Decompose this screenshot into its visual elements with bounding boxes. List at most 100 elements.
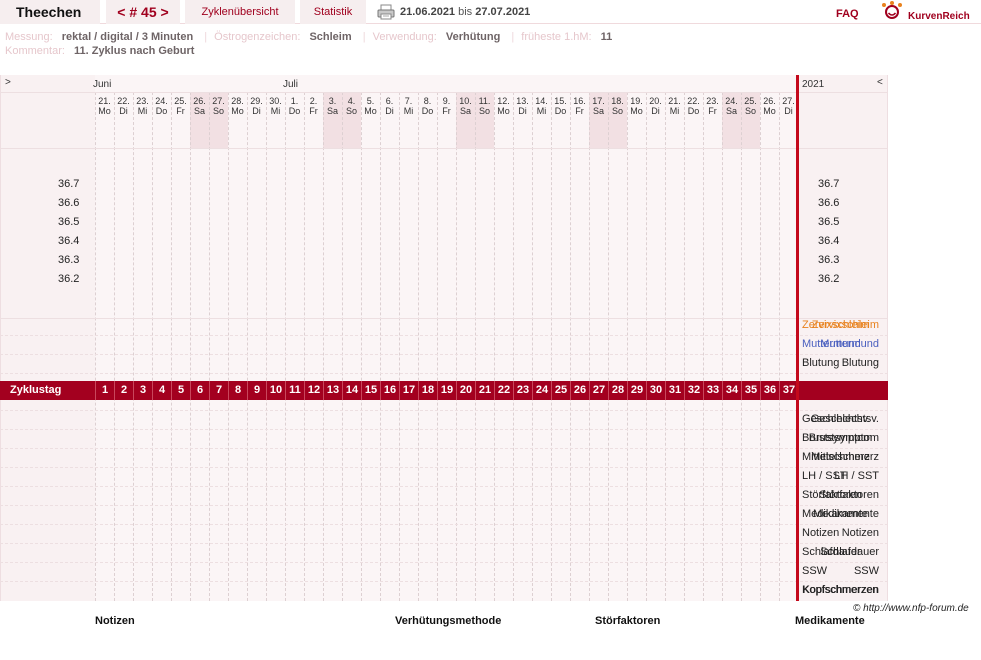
day-weekday: Sa: [459, 106, 471, 116]
scroll-right-button[interactable]: <: [877, 77, 883, 88]
day-weekday: Mo: [231, 106, 244, 116]
symptom-label-right: Notizen: [802, 527, 840, 539]
day-weekday: Mi: [270, 106, 281, 116]
cycle-day-number[interactable]: 21: [475, 381, 494, 400]
cycle-day-number[interactable]: 33: [703, 381, 722, 400]
cycle-day-number[interactable]: 25: [551, 381, 570, 400]
date-to: 27.07.2021: [475, 6, 531, 18]
day-weekday: Sa: [592, 106, 604, 116]
cycle-day-number[interactable]: 36: [760, 381, 779, 400]
day-date: 29.: [250, 96, 263, 106]
cycle-day-number[interactable]: 24: [532, 381, 551, 400]
temperature-label-left: 36.4: [58, 235, 80, 247]
measurement-info: Messung: rektal / digital / 3 Minuten | …: [5, 30, 616, 44]
month-label: Juni: [93, 79, 112, 90]
day-date: 22.: [687, 96, 700, 106]
tab-cycle-overview[interactable]: Zyklenübersicht: [185, 0, 295, 24]
day-date: 24.: [155, 96, 168, 106]
cycle-day-number[interactable]: 16: [380, 381, 399, 400]
day-weekday: Do: [687, 106, 700, 116]
kommentar-label: Kommentar:: [5, 45, 65, 57]
day-date: 17.: [592, 96, 605, 106]
symptom-label-right: Mittelschmerz: [802, 451, 870, 463]
divider: |: [362, 31, 366, 43]
printer-icon[interactable]: [377, 4, 395, 20]
cycle-day-number[interactable]: 23: [513, 381, 532, 400]
day-weekday: Mi: [137, 106, 148, 116]
cycle-day-number[interactable]: 13: [323, 381, 342, 400]
cycle-day-number[interactable]: 19: [437, 381, 456, 400]
previous-cycle-button[interactable]: <: [117, 4, 125, 20]
cycle-day-number[interactable]: 8: [228, 381, 247, 400]
cycle-day-label: Zyklustag: [10, 384, 62, 396]
row-divider: [0, 581, 888, 582]
divider: |: [204, 31, 208, 43]
cycle-day-number[interactable]: 18: [418, 381, 437, 400]
row-divider: [0, 524, 888, 525]
cycle-day-number[interactable]: 31: [665, 381, 684, 400]
smiley-crown-icon: [882, 1, 902, 19]
symptom-label-right: Kopfschmerzen: [802, 584, 879, 596]
cycle-day-number[interactable]: 1: [95, 381, 114, 400]
footer-heading-contraception: Verhütungsmethode: [395, 615, 502, 627]
chart-grid[interactable]: [95, 75, 797, 601]
kurvenreich-logo[interactable]: KurvenReich: [880, 0, 980, 22]
day-date: 2.: [309, 96, 318, 106]
scroll-left-button[interactable]: >: [5, 77, 11, 88]
symptom-label-right: LH / SST: [802, 470, 847, 482]
cycle-day-number[interactable]: 15: [361, 381, 380, 400]
cycle-day-number[interactable]: 34: [722, 381, 741, 400]
day-weekday: Mi: [403, 106, 414, 116]
cycle-day-number[interactable]: 6: [190, 381, 209, 400]
cycle-day-number[interactable]: 29: [627, 381, 646, 400]
comment-info: Kommentar: 11. Zyklus nach Geburt: [5, 44, 198, 58]
verwendung-label: Verwendung:: [372, 31, 437, 43]
cycle-day-number[interactable]: 28: [608, 381, 627, 400]
earliest-hm-value: 11: [600, 31, 613, 43]
cycle-day-number[interactable]: 10: [266, 381, 285, 400]
cycle-navigator: < # 45 >: [106, 0, 180, 24]
messung-label: Messung:: [5, 31, 53, 43]
day-date: 14.: [535, 96, 548, 106]
temperature-label-left: 36.3: [58, 254, 80, 266]
day-date: 12.: [497, 96, 510, 106]
logo-text: KurvenReich: [908, 11, 970, 22]
day-weekday: Do: [554, 106, 567, 116]
tab-statistics[interactable]: Statistik: [300, 0, 366, 24]
cycle-day-number[interactable]: 2: [114, 381, 133, 400]
day-date: 23.: [136, 96, 149, 106]
cycle-day-number[interactable]: 12: [304, 381, 323, 400]
day-date: 15.: [554, 96, 567, 106]
temperature-label-right: 36.3: [818, 254, 840, 266]
cycle-day-number[interactable]: 3: [133, 381, 152, 400]
cycle-day-number[interactable]: 32: [684, 381, 703, 400]
cycle-day-number[interactable]: 22: [494, 381, 513, 400]
day-date: 28.: [231, 96, 244, 106]
cycle-day-number[interactable]: 26: [570, 381, 589, 400]
symptom-label-right: Medikamente: [802, 508, 869, 520]
day-date: 26.: [763, 96, 776, 106]
cycle-day-number[interactable]: 35: [741, 381, 760, 400]
day-weekday: Mi: [536, 106, 547, 116]
cycle-day-number[interactable]: 7: [209, 381, 228, 400]
row-divider: [0, 486, 888, 487]
next-cycle-button[interactable]: >: [161, 4, 169, 20]
cycle-day-number[interactable]: 20: [456, 381, 475, 400]
day-weekday: Mo: [497, 106, 510, 116]
day-date: 23.: [706, 96, 719, 106]
cycle-day-number[interactable]: 9: [247, 381, 266, 400]
day-weekday: Mo: [630, 106, 643, 116]
cycle-day-number[interactable]: 5: [171, 381, 190, 400]
cycle-day-number[interactable]: 27: [589, 381, 608, 400]
date-range-separator: bis: [458, 6, 473, 18]
faq-link[interactable]: FAQ: [836, 2, 859, 26]
cycle-day-number[interactable]: 4: [152, 381, 171, 400]
cycle-day-number[interactable]: 30: [646, 381, 665, 400]
symptom-label-right: Schlafdauer: [802, 546, 861, 558]
symptom-label-right: Brustsymptom: [802, 432, 873, 444]
day-weekday: Sa: [326, 106, 338, 116]
cycle-day-number[interactable]: 14: [342, 381, 361, 400]
cycle-day-number[interactable]: 17: [399, 381, 418, 400]
cycle-end-marker: [796, 75, 799, 601]
cycle-day-number[interactable]: 11: [285, 381, 304, 400]
